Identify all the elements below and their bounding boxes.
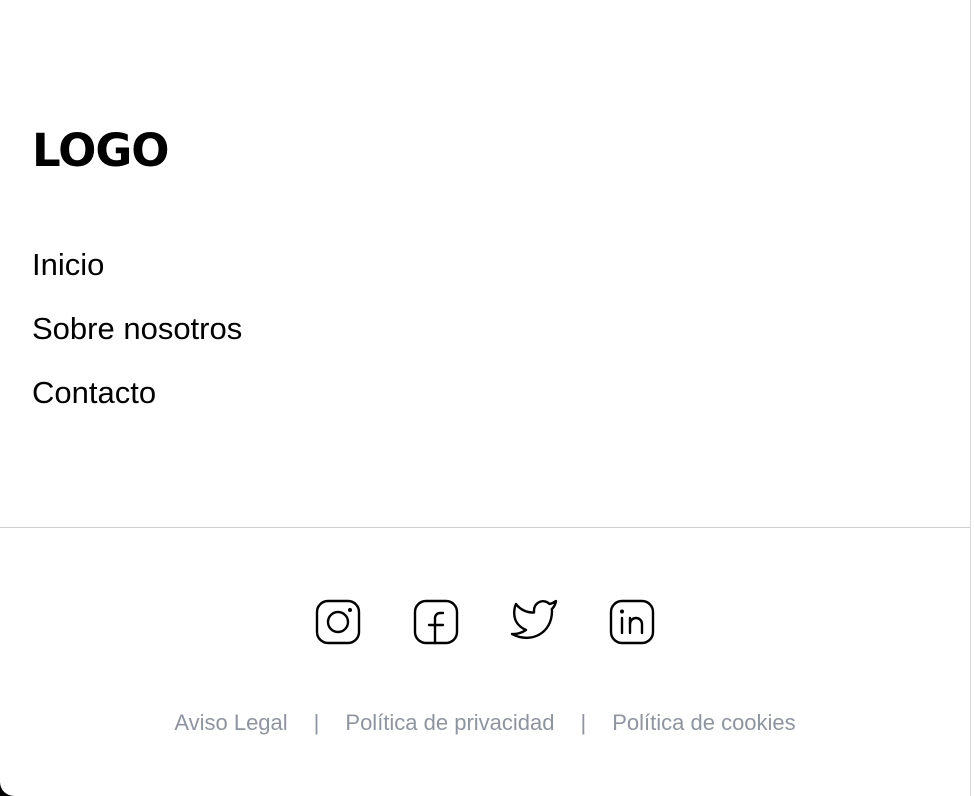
logo[interactable]: LOGO bbox=[32, 126, 170, 176]
cookie-policy-link[interactable]: Política de cookies bbox=[612, 708, 795, 738]
privacy-policy-link[interactable]: Política de privacidad bbox=[345, 708, 554, 738]
instagram-icon[interactable] bbox=[314, 598, 362, 646]
nav-item-inicio: Inicio bbox=[32, 246, 242, 310]
nav-link-inicio[interactable]: Inicio bbox=[32, 247, 104, 282]
legal-separator: | bbox=[580, 710, 587, 735]
nav-item-contacto: Contacto bbox=[32, 374, 242, 438]
footer-nav: Inicio Sobre nosotros Contacto bbox=[32, 246, 242, 438]
nav-link-sobre-nosotros[interactable]: Sobre nosotros bbox=[32, 311, 242, 346]
legal-separator: | bbox=[313, 710, 320, 735]
footer-page: LOGO Inicio Sobre nosotros Contacto Avis… bbox=[0, 0, 970, 796]
nav-item-sobre-nosotros: Sobre nosotros bbox=[32, 310, 242, 374]
window-edge bbox=[970, 0, 974, 796]
facebook-icon[interactable] bbox=[412, 598, 460, 646]
footer-divider bbox=[0, 527, 970, 528]
linkedin-icon[interactable] bbox=[608, 598, 656, 646]
social-links bbox=[0, 598, 970, 646]
aviso-legal-link[interactable]: Aviso Legal bbox=[174, 708, 287, 738]
legal-links: Aviso Legal | Política de privacidad | P… bbox=[0, 708, 970, 738]
twitter-icon[interactable] bbox=[510, 598, 558, 646]
nav-link-contacto[interactable]: Contacto bbox=[32, 375, 156, 410]
